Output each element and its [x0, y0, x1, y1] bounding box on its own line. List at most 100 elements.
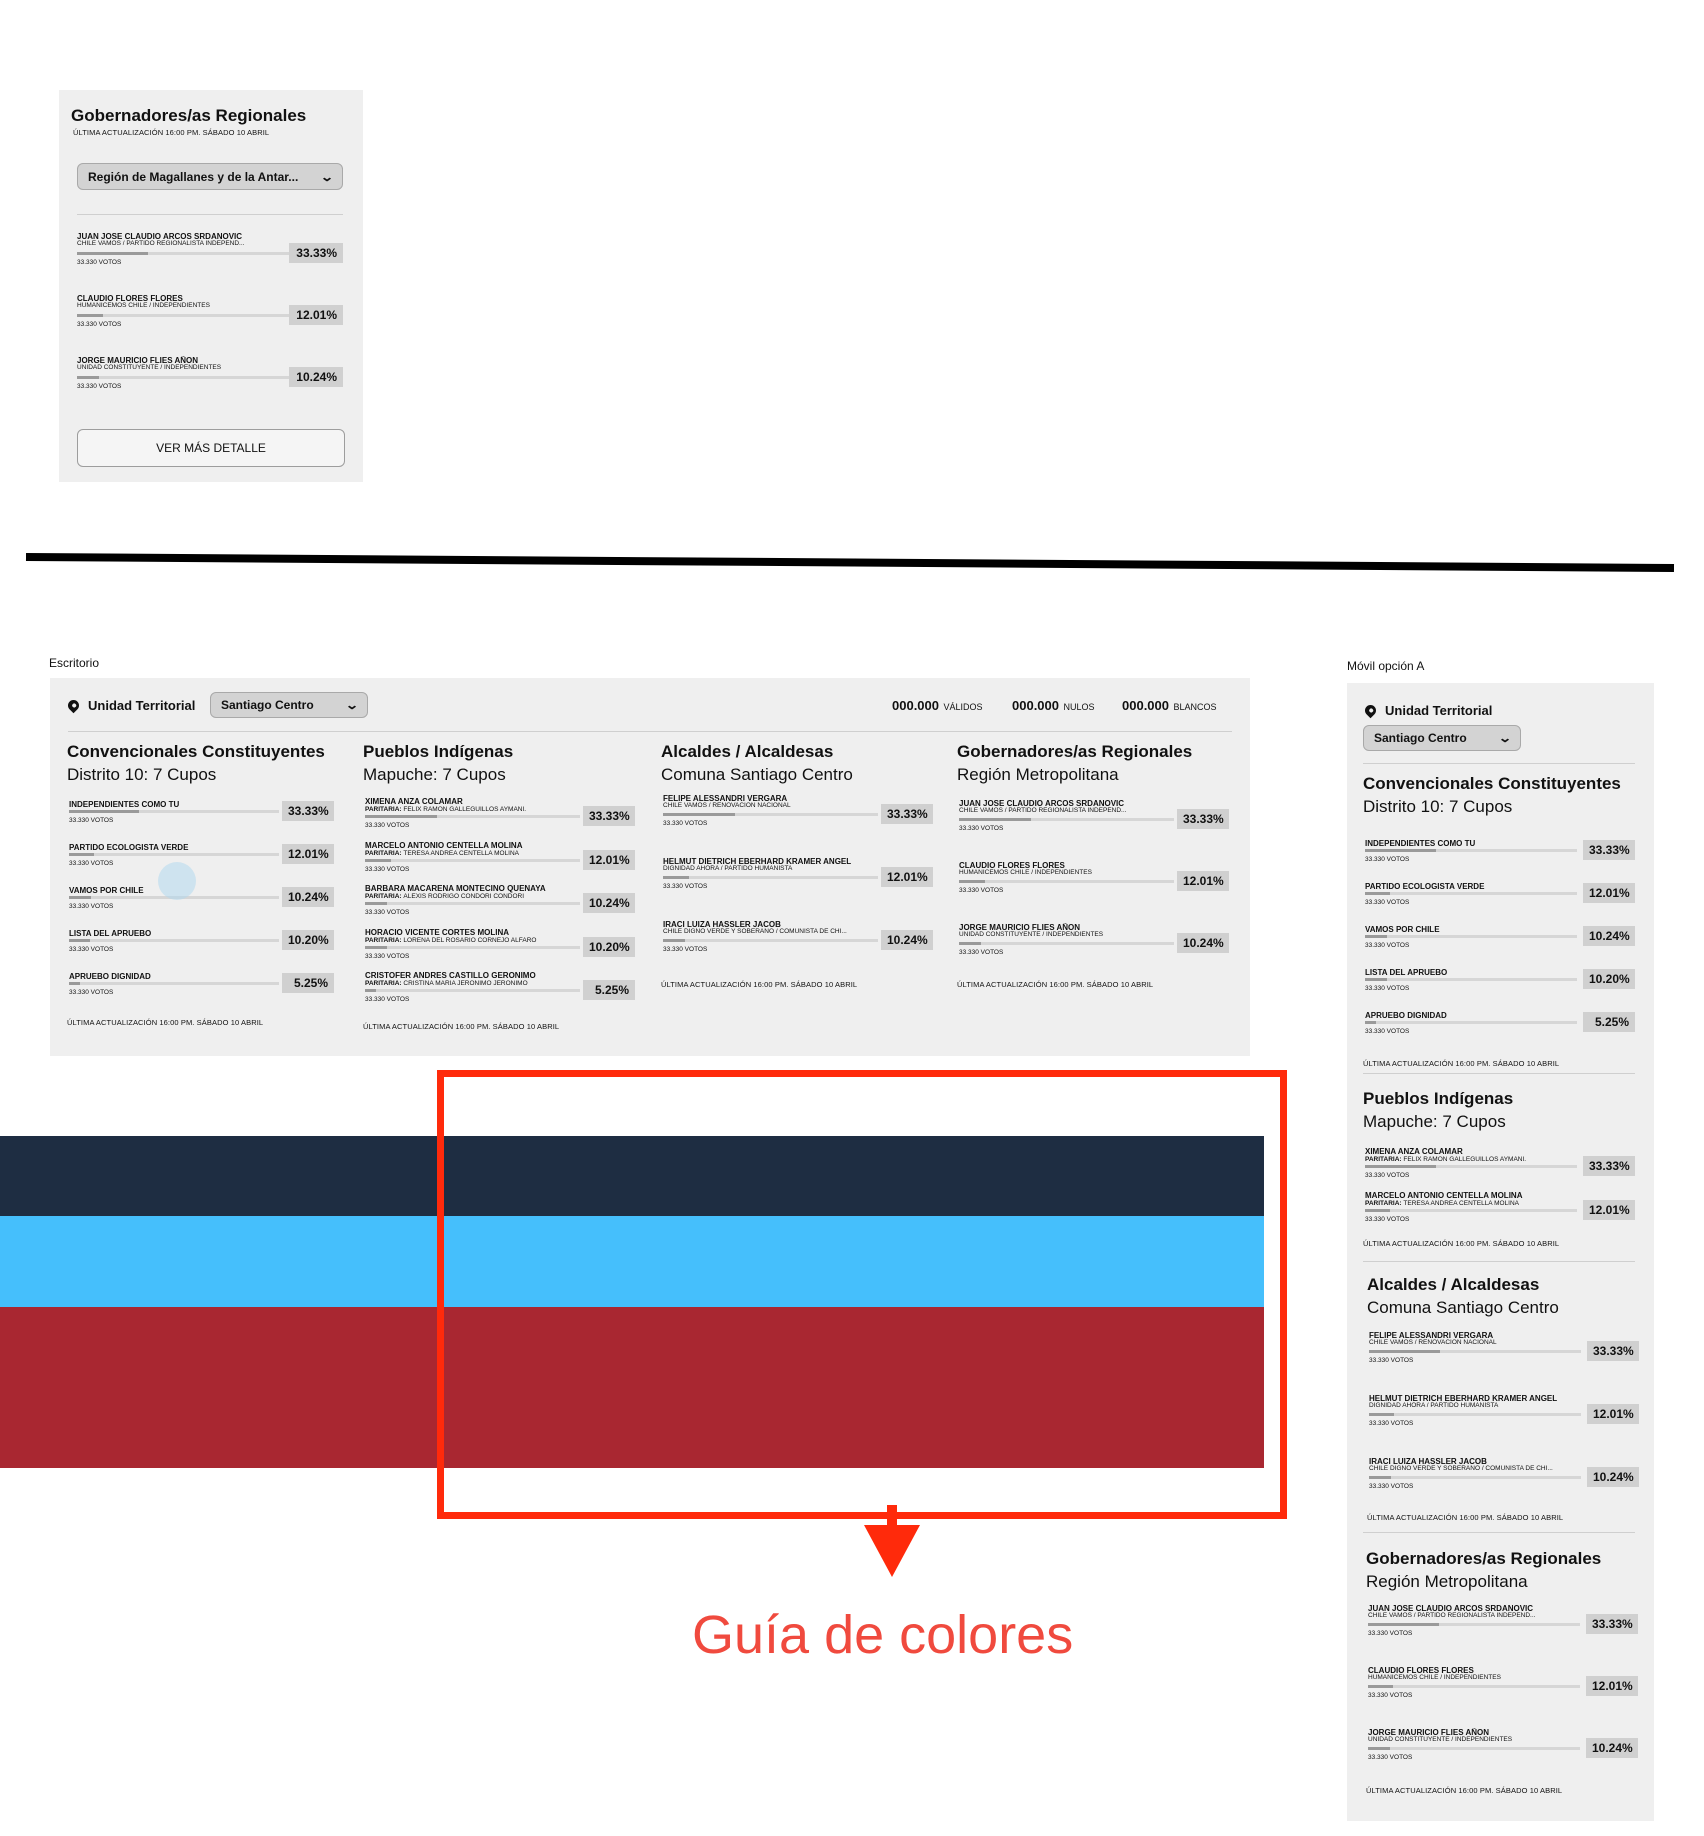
result-row: FELIPE ALESSANDRI VERGARA CHILE VAMOS / R…: [1367, 1331, 1643, 1394]
section-rows: XIMENA ANZA COLAMAR Paritaria: FELIX RAMO…: [363, 797, 643, 1015]
section-subtitle: Mapuche: 7 Cupos: [1363, 1112, 1506, 1131]
progress-bar: [1369, 1413, 1581, 1416]
section-title: Convencionales Constituyentes: [67, 742, 325, 761]
result-row: JUAN JOSE CLAUDIO ARCOS SRDANOVIC CHILE V…: [957, 799, 1237, 861]
section-title: Alcaldes / Alcaldesas: [1367, 1275, 1540, 1294]
progress-bar: [365, 902, 580, 905]
section-title: Convencionales Constituyentes: [1363, 774, 1621, 793]
cursor-highlight: [158, 862, 196, 900]
percentage-badge: 12.01%: [1583, 883, 1635, 903]
progress-fill: [959, 818, 1031, 821]
section-title: Pueblos Indígenas: [1363, 1089, 1514, 1108]
percentage-badge: 10.24%: [1586, 1738, 1638, 1758]
result-row: INDEPENDIENTES COMO TU 33.330 VOTOS 33.33%: [67, 800, 347, 843]
candidate-partner: Paritaria: FELIX RAMON GALLEGUILLOS AYMA…: [1365, 1156, 1527, 1163]
result-row: APRUEBO DIGNIDAD 33.330 VOTOS 5.25%: [67, 972, 347, 1015]
section-title: Alcaldes / Alcaldesas: [661, 742, 834, 761]
last-updated: ÚLTIMA ACTUALIZACIÓN 16:00 PM. SÁBADO 10…: [1363, 1059, 1560, 1068]
progress-fill: [1365, 978, 1387, 981]
section-subtitle: Región Metropolitana: [1366, 1572, 1528, 1591]
candidate-party: UNIDAD CONSTITUYENTE / INDEPENDIENTES: [959, 931, 1104, 938]
view-more-button[interactable]: VER MÁS DETALLE: [77, 429, 345, 467]
result-row: MARCELO ANTONIO CENTELLA MOLINA Paritaria…: [363, 841, 643, 885]
progress-bar: [1365, 849, 1577, 852]
progress-fill: [959, 942, 981, 945]
progress-bar: [959, 942, 1174, 945]
separator-line: [25, 553, 1675, 572]
progress-fill: [69, 939, 90, 942]
percentage-badge: 12.01%: [1587, 1404, 1639, 1424]
candidate-party: CHILE VAMOS / PARTIDO REGIONALISTA INDEP…: [1368, 1612, 1536, 1619]
vote-count: 33.330 VOTOS: [1368, 1754, 1413, 1761]
percentage-badge: 33.33%: [881, 804, 933, 824]
color-guide-label: Guía de colores: [692, 1605, 1074, 1665]
candidate-name: MARCELO ANTONIO CENTELLA MOLINA: [1365, 1190, 1523, 1200]
divider: [68, 731, 1232, 732]
stat-label: BLANCOS: [1173, 702, 1217, 712]
result-row: XIMENA ANZA COLAMAR Paritaria: FELIX RAMO…: [1363, 1147, 1639, 1191]
progress-fill: [1369, 1413, 1394, 1416]
vote-count: 33.330 VOTOS: [1369, 1483, 1414, 1490]
progress-bar: [1365, 1021, 1577, 1024]
unit-label: Unidad Territorial: [88, 698, 196, 713]
progress-bar: [365, 945, 580, 949]
vote-count: 33.330 VOTOS: [663, 883, 708, 890]
section-title: Gobernadores/as Regionales: [957, 742, 1193, 761]
progress-fill: [77, 252, 148, 255]
candidate-name: INDEPENDIENTES COMO TU: [1365, 839, 1476, 848]
down-arrow-icon: [864, 1505, 920, 1577]
percentage-badge: 10.20%: [282, 930, 334, 950]
candidate-party: CHILE VAMOS / RENOVACIÓN NACIONAL: [1369, 1339, 1497, 1346]
regional-governor-card: Gobernadores/as Regionales ÚLTIMA ACTUAL…: [59, 90, 363, 482]
section-subtitle: Mapuche: 7 Cupos: [363, 765, 506, 784]
stat-value: 000.000: [892, 698, 939, 713]
vote-count: 33.330 VOTOS: [77, 259, 122, 266]
candidate-name: APRUEBO DIGNIDAD: [1365, 1011, 1447, 1020]
stat-label: NULOS: [1063, 702, 1095, 712]
progress-bar: [663, 876, 878, 879]
unit-select[interactable]: Santiago Centro ⌄: [210, 692, 368, 718]
vote-count: 33.330 VOTOS: [1368, 1630, 1413, 1637]
progress-bar: [663, 813, 878, 816]
result-row: JORGE MAURICIO FLIES AÑON UNIDAD CONSTITU…: [957, 923, 1237, 985]
percentage-badge: 12.01%: [282, 844, 334, 864]
last-updated: ÚLTIMA ACTUALIZACIÓN 16:00 PM. SÁBADO 10…: [1366, 1786, 1563, 1795]
stat-blank: 000.000 BLANCOS: [1122, 697, 1216, 715]
candidate-party: UNIDAD CONSTITUYENTE / INDEPENDIENTES: [1368, 1736, 1513, 1743]
candidate-partner: Paritaria: ALEXIS RODRIGO CONDORI CONDOR…: [365, 893, 525, 900]
result-row: MARCELO ANTONIO CENTELLA MOLINA Paritaria…: [1363, 1191, 1639, 1235]
candidate-name: MARCELO ANTONIO CENTELLA MOLINA: [365, 840, 523, 850]
progress-fill: [1368, 1685, 1393, 1688]
stat-valid: 000.000 VÁLIDOS: [892, 697, 982, 715]
vote-count: 33.330 VOTOS: [365, 909, 410, 916]
vote-count: 33.330 VOTOS: [1368, 1692, 1413, 1699]
vote-count: 33.330 VOTOS: [1369, 1420, 1414, 1427]
mobile-label: Móvil opción A: [1347, 659, 1425, 673]
candidate-partner: Paritaria: LORENA DEL ROSARIO CORNEJO AL…: [365, 936, 537, 944]
unit-select[interactable]: Santiago Centro ⌄: [1363, 725, 1521, 751]
partner-label: Paritaria:: [365, 980, 404, 987]
section-governors: Gobernadores/as Regionales Región Metropo…: [957, 742, 1237, 1042]
partner-label: Paritaria:: [365, 893, 404, 900]
vote-count: 33.330 VOTOS: [1365, 1172, 1410, 1179]
percentage-badge: 33.33%: [1583, 840, 1635, 860]
vote-count: 33.330 VOTOS: [69, 946, 114, 953]
vote-count: 33.330 VOTOS: [663, 820, 708, 827]
section-indigenous: Pueblos Indígenas Mapuche: 7 Cupos XIMENA …: [1363, 1089, 1639, 1259]
vote-count: 33.330 VOTOS: [365, 952, 410, 960]
candidate-name: BARBARA MACARENA MONTECINO QUENAYA: [365, 884, 546, 893]
progress-fill: [69, 982, 80, 985]
progress-bar: [663, 939, 878, 942]
unit-select-value: Santiago Centro: [1374, 731, 1467, 745]
progress-bar: [1365, 892, 1577, 895]
candidate-party: CHILE VAMOS / PARTIDO REGIONALISTA INDEP…: [77, 240, 245, 247]
color-guide-frame: [437, 1070, 1287, 1519]
mobile-card: Unidad Territorial Santiago Centro ⌄ Con…: [1347, 683, 1654, 1821]
percentage-badge: 33.33%: [583, 806, 635, 826]
desktop-label: Escritorio: [49, 656, 100, 670]
vote-count: 33.330 VOTOS: [1365, 985, 1410, 992]
candidate-name: XIMENA ANZA COLAMAR: [1365, 1147, 1463, 1156]
progress-bar: [69, 939, 279, 942]
candidate-party: CHILE DIGNO VERDE Y SOBERANO / COMUNISTA…: [663, 928, 847, 935]
section-constituent: Convencionales Constituyentes Distrito 10…: [1363, 774, 1639, 1068]
